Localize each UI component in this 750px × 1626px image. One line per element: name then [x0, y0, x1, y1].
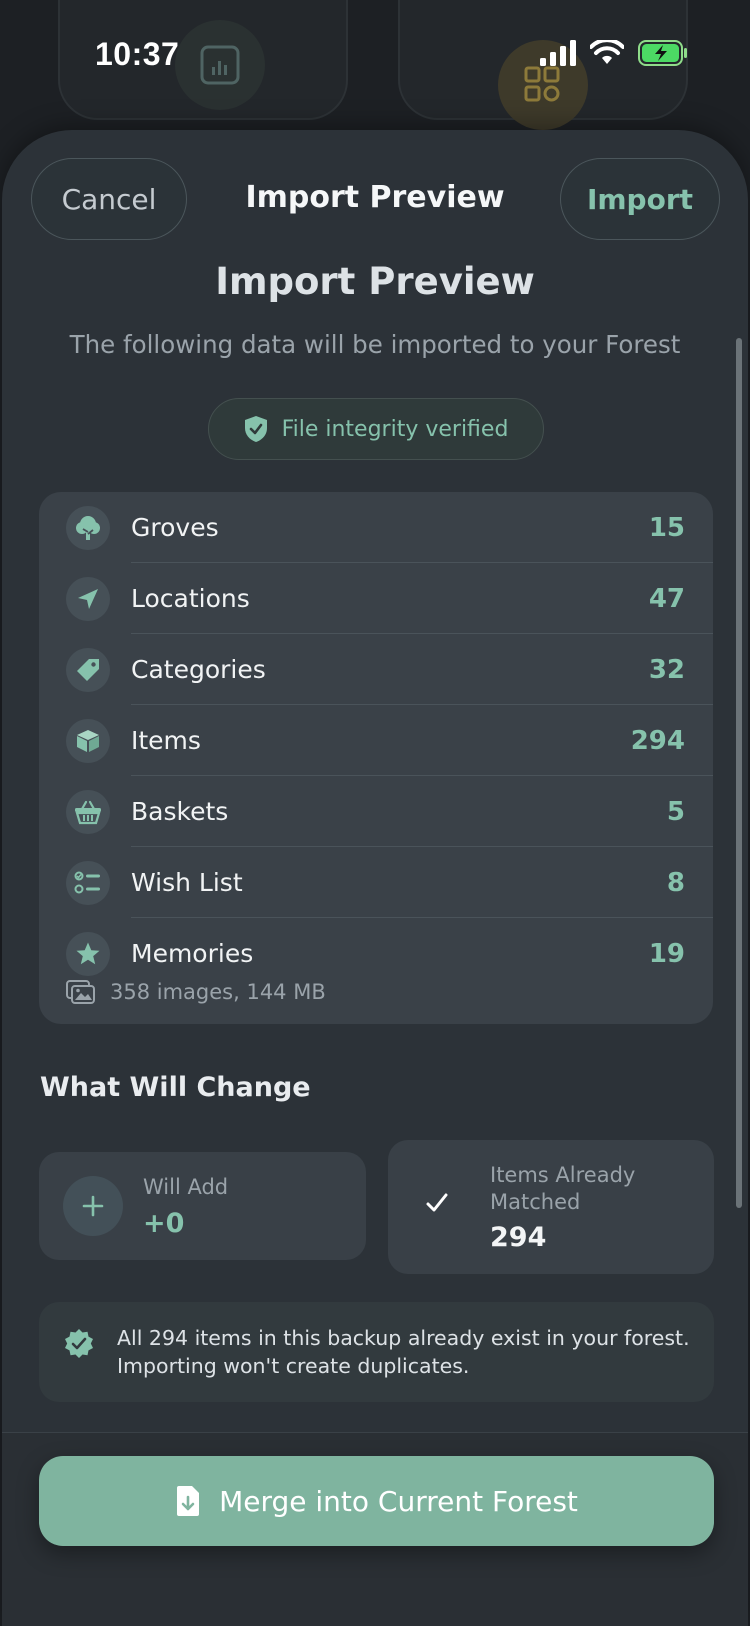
status-icons [540, 40, 688, 66]
row-count: 32 [648, 654, 685, 685]
import-button[interactable]: Import [560, 158, 720, 240]
images-summary: 358 images, 144 MB [66, 980, 326, 1004]
tag-icon [66, 647, 110, 692]
will-add-card: Will Add +0 [39, 1152, 366, 1260]
row-label: Baskets [131, 797, 229, 826]
summary-row-baskets: Baskets 5 [39, 776, 713, 847]
duplicate-notice: All 294 items in this backup already exi… [39, 1302, 714, 1402]
shield-check-icon [244, 416, 267, 442]
row-label: Wish List [131, 868, 243, 897]
row-count: 15 [648, 512, 685, 543]
row-count: 294 [630, 725, 685, 756]
merge-button-label: Merge into Current Forest [219, 1484, 578, 1518]
images-label: 358 images, 144 MB [110, 980, 326, 1004]
summary-row-wish-list: Wish List 8 [39, 847, 713, 918]
cancel-button[interactable]: Cancel [31, 158, 187, 240]
page-title: Import Preview [215, 260, 535, 303]
basket-icon [66, 789, 110, 834]
photos-icon [66, 980, 95, 1004]
plus-icon [63, 1176, 123, 1236]
row-label: Categories [131, 655, 266, 684]
row-count: 19 [648, 938, 685, 969]
summary-row-items: Items 294 [39, 705, 713, 776]
summary-row-locations: Locations 47 [39, 563, 713, 634]
summary-row-groves: Groves 15 [39, 492, 713, 563]
row-count: 5 [666, 796, 685, 827]
will-add-label: Will Add [143, 1175, 229, 1199]
verified-badge: File integrity verified [208, 398, 544, 460]
row-label: Items [131, 726, 201, 755]
scroll-indicator[interactable] [736, 338, 742, 1208]
checkmark-icon [426, 1193, 448, 1212]
row-count: 8 [666, 867, 685, 898]
summary-row-memories: Memories 19 [39, 918, 713, 989]
verified-seal-icon [65, 1329, 93, 1358]
document-download-icon [177, 1486, 200, 1516]
status-bar: 10:37 [0, 0, 750, 110]
row-label: Groves [131, 513, 219, 542]
row-label: Memories [131, 939, 254, 968]
page-subtitle: The following data will be imported to y… [69, 330, 681, 359]
row-count: 47 [648, 583, 685, 614]
checklist-icon [66, 860, 110, 905]
box-icon [66, 718, 110, 763]
will-add-value: +0 [143, 1208, 185, 1239]
items-matched-label: Items Already Matched [490, 1163, 636, 1214]
wifi-icon [590, 40, 624, 64]
tree-icon [66, 505, 110, 550]
star-icon [66, 931, 110, 976]
summary-row-categories: Categories 32 [39, 634, 713, 705]
items-matched-value: 294 [490, 1222, 547, 1253]
row-label: Locations [131, 584, 250, 613]
battery-icon [638, 40, 687, 66]
import-preview-sheet: Cancel Import Preview Import Import Prev… [2, 130, 748, 1626]
signal-icon [540, 40, 576, 66]
merge-button[interactable]: Merge into Current Forest [39, 1456, 714, 1546]
nav-bar: Cancel Import Preview Import [2, 158, 748, 242]
verified-label: File integrity verified [281, 416, 509, 442]
location-arrow-icon [66, 576, 110, 621]
notice-text: All 294 items in this backup already exi… [117, 1326, 690, 1378]
status-time: 10:37 [95, 36, 180, 72]
summary-card: Groves 15 Locations 47 Categories 32 Ite… [39, 492, 713, 1024]
items-matched-card: Items Already Matched 294 [388, 1140, 714, 1274]
section-title: What Will Change [40, 1072, 311, 1103]
